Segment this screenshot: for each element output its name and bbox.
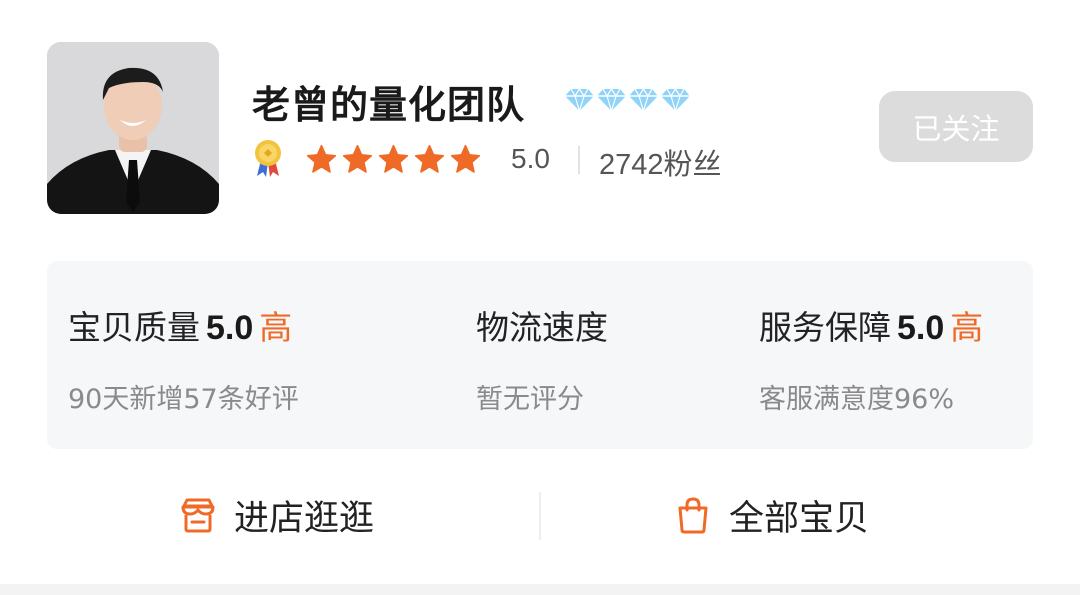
rating-card: 宝贝质量 5.0 高 90天新增57条好评 物流速度 暂无评分 服务保障 5.0… [47, 261, 1033, 449]
star-icon [450, 144, 481, 173]
shop-avatar[interactable] [47, 42, 219, 214]
metric-level: 高 [259, 308, 293, 347]
metric-value: 5.0 [206, 309, 254, 347]
diamond-icon [565, 87, 594, 113]
all-items-button[interactable]: 全部宝贝 [673, 490, 869, 540]
metric-title: 宝贝质量 [68, 308, 200, 347]
metric-item-logistics: 物流速度 暂无评分 [476, 301, 620, 416]
metric-subtext: 客服满意度96% [759, 384, 955, 415]
metric-level: 高 [950, 308, 984, 347]
shop-name: 老曾的量化团队 [252, 83, 526, 127]
store-icon [181, 498, 215, 533]
fans-count: 2742粉丝 [599, 141, 722, 183]
score-text: 5.0 [511, 143, 550, 174]
diamond-icon [661, 87, 690, 113]
divider [539, 492, 541, 540]
star-icon [306, 144, 337, 173]
metric-subtext: 暂无评分 [476, 384, 584, 415]
star-rating [305, 143, 482, 176]
medal-icon [255, 140, 281, 177]
follow-button[interactable]: 已关注 [879, 91, 1033, 162]
enter-store-button[interactable]: 进店逛逛 [178, 490, 374, 540]
metric-title: 物流速度 [476, 308, 608, 347]
enter-store-label: 进店逛逛 [234, 498, 375, 539]
fans-number: 2742 [599, 149, 664, 181]
metric-subtext: 90天新增57条好评 [68, 384, 299, 415]
diamond-icon [629, 87, 658, 113]
star-icon [414, 144, 445, 173]
metric-item-quality: 宝贝质量 5.0 高 90天新增57条好评 [68, 301, 299, 416]
metric-item-service: 服务保障 5.0 高 客服满意度96% [759, 301, 983, 416]
diamond-level [564, 86, 691, 113]
bag-icon [678, 497, 708, 534]
diamond-icon [597, 87, 626, 113]
divider [578, 146, 580, 174]
page-bottom-strip [0, 584, 1080, 595]
fans-label: 粉丝 [663, 147, 722, 181]
star-icon [342, 144, 373, 173]
metric-value: 5.0 [897, 309, 945, 347]
all-items-label: 全部宝贝 [729, 498, 870, 539]
avatar-portrait [47, 42, 219, 214]
star-icon [378, 144, 409, 173]
metric-title: 服务保障 [759, 308, 891, 347]
